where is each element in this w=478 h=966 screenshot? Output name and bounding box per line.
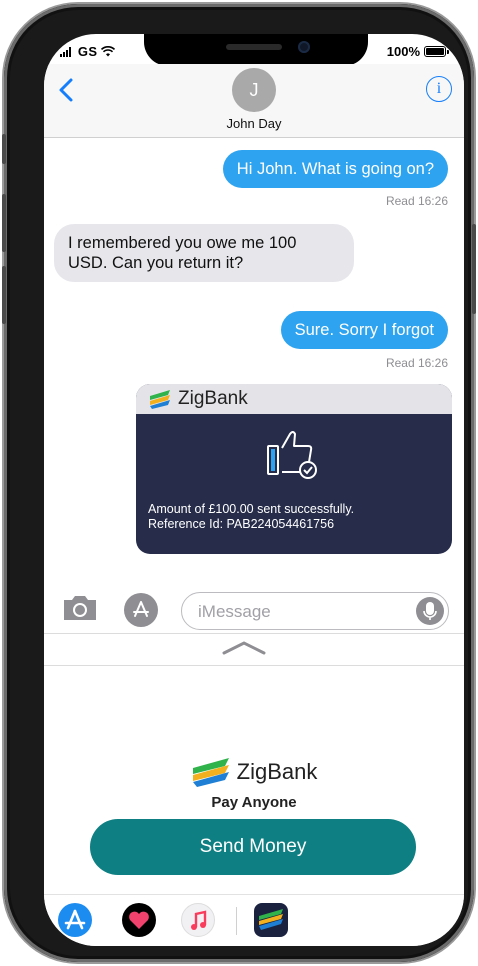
read-receipt: Read 16:26 [385, 356, 448, 370]
card-message: Amount of £100.00 sent successfully. Ref… [148, 502, 354, 532]
phone-frame: GS 100% J John Day i Hi John. What is go… [2, 4, 476, 962]
screen: GS 100% J John Day i Hi John. What is go… [44, 34, 464, 946]
message-composer: iMessage [44, 586, 464, 634]
info-icon: i [436, 80, 442, 97]
speaker [226, 44, 282, 50]
avatar[interactable]: J [232, 68, 276, 112]
thumbs-up-icon [267, 431, 317, 479]
microphone-icon [423, 602, 437, 620]
microphone-button[interactable] [416, 597, 444, 625]
app-drawer [44, 894, 464, 946]
conversation-header: J John Day i [44, 64, 464, 138]
send-money-button[interactable]: Send Money [90, 819, 416, 875]
expand-chevron-icon[interactable] [221, 640, 267, 656]
volume-down-button [2, 266, 6, 324]
dock-music[interactable] [181, 903, 215, 937]
chevron-left-icon [59, 78, 73, 102]
battery-percent: 100% [386, 44, 420, 59]
contact-name[interactable]: John Day [44, 116, 464, 131]
dock-zigbank[interactable] [254, 903, 288, 937]
app-store-icon [133, 601, 149, 617]
card-reference-line: Reference Id: PAB224054461756 [148, 517, 335, 531]
imessage-placeholder: iMessage [198, 602, 271, 621]
message-bubble-outgoing[interactable]: Hi John. What is going on? [222, 150, 448, 188]
extension-brand-name: ZigBank [236, 759, 318, 784]
volume-up-button [2, 194, 6, 252]
extension-brand: ZigBank [44, 756, 464, 788]
card-brand: ZigBank [178, 388, 248, 409]
imessage-input[interactable]: iMessage [181, 592, 449, 630]
power-button [472, 224, 476, 314]
avatar-initial: J [249, 79, 259, 100]
dock-app-store[interactable] [58, 903, 92, 937]
card-body: Amount of £100.00 sent successfully. Ref… [136, 414, 452, 554]
zigbank-logo-icon [150, 390, 170, 409]
zigbank-payment-card[interactable]: ZigBank Amount of £100.00 sent successfu… [136, 384, 452, 554]
dock-separator [236, 907, 237, 935]
app-store-icon [64, 909, 86, 930]
status-carrier: GS [60, 44, 116, 60]
status-battery: 100% [386, 44, 449, 59]
dock-digital-touch[interactable] [122, 903, 156, 937]
card-header: ZigBank [136, 384, 452, 414]
wifi-icon [101, 45, 116, 60]
message-bubble-incoming[interactable]: I remembered you owe me 100 USD. Can you… [54, 224, 354, 282]
notch [144, 34, 368, 66]
carrier-label: GS [77, 44, 98, 59]
music-note-icon [191, 910, 207, 930]
front-camera [298, 41, 310, 53]
zigbank-logo-icon [192, 758, 229, 787]
camera-button[interactable] [62, 594, 98, 622]
mute-switch [2, 134, 6, 164]
extension-tagline: Pay Anyone [211, 794, 297, 811]
signal-icon [60, 45, 74, 60]
camera-icon [64, 596, 96, 620]
back-button[interactable] [56, 76, 78, 104]
app-store-button[interactable] [124, 593, 158, 627]
zigbank-logo-icon [259, 909, 283, 930]
card-amount-line: Amount of £100.00 sent successfully. [148, 502, 355, 516]
heart-icon [129, 911, 149, 929]
battery-icon [424, 46, 449, 57]
info-button[interactable]: i [426, 76, 452, 102]
read-receipt: Read 16:26 [385, 194, 448, 208]
divider [44, 665, 464, 666]
message-bubble-outgoing[interactable]: Sure. Sorry I forgot [280, 311, 448, 349]
